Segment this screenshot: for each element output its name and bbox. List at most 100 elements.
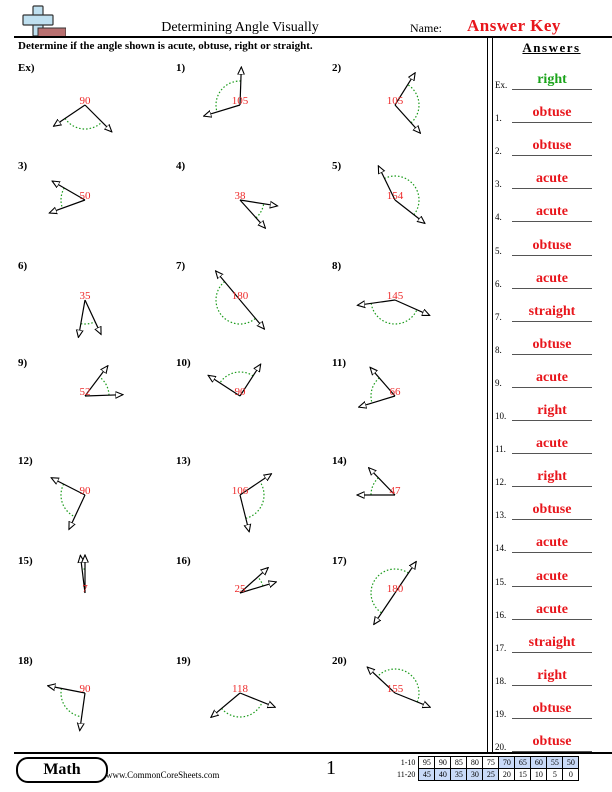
- answer-value: acute: [536, 171, 568, 187]
- score-cell: 70: [498, 756, 516, 769]
- answer-value: obtuse: [532, 734, 572, 749]
- problem-label: 14): [332, 455, 347, 467]
- angle-arc: [245, 481, 265, 519]
- angle-arc: [257, 576, 264, 587]
- answer-number: 15.: [495, 576, 507, 587]
- answer-line: [512, 89, 592, 90]
- angle-figure: 145: [357, 290, 430, 325]
- answer-number: 12.: [495, 477, 507, 488]
- angle-figure: 90: [51, 478, 91, 530]
- angle-measure: 90: [235, 386, 247, 398]
- angle-ray: [239, 199, 265, 228]
- answer-line: [512, 188, 592, 190]
- score-cell: 95: [418, 756, 436, 769]
- answer-row: 19. obtuse: [495, 701, 610, 721]
- angle-ray: [84, 299, 101, 334]
- score-cell: 45: [418, 768, 436, 781]
- angle-ray: [239, 692, 275, 707]
- score-cell: 35: [450, 768, 468, 781]
- angle-figure: 47: [357, 468, 401, 497]
- score-cell: 40: [434, 768, 452, 781]
- answer-line: [512, 486, 592, 488]
- angle-arc: [215, 281, 256, 325]
- answer-line: [512, 453, 592, 455]
- angle-ray: [239, 299, 264, 329]
- angle-arc: [370, 477, 379, 496]
- score-cell: 25: [482, 768, 500, 781]
- answer-row: 6. acute: [495, 271, 610, 291]
- angle-measure: 25: [235, 583, 247, 595]
- answer-row: 10. right: [495, 403, 610, 423]
- angle-ray: [80, 692, 86, 731]
- problem-label: 9): [18, 357, 28, 369]
- answer-number: 4.: [495, 212, 502, 223]
- answer-number: 5.: [495, 245, 502, 256]
- answer-number: 6.: [495, 278, 502, 289]
- answer-number: 8.: [495, 344, 502, 355]
- answer-number: 20.: [495, 742, 507, 752]
- answer-row: 5. obtuse: [495, 238, 610, 258]
- answer-row: 13. obtuse: [495, 502, 610, 522]
- answer-number: 9.: [495, 377, 502, 388]
- answer-number: 11.: [495, 444, 506, 455]
- angle-figure: 52: [80, 366, 123, 398]
- angle-figure: 90: [48, 683, 91, 731]
- angle-ray: [394, 104, 420, 133]
- answer-value: acute: [536, 204, 568, 220]
- angle-measure: 105: [387, 95, 404, 107]
- subject-badge: Math: [16, 757, 108, 783]
- problem-label: 2): [332, 62, 342, 74]
- angle-measure: 90: [80, 683, 92, 695]
- angle-problems: 90 105 105 50 38 154 35 180 145 52 90 66 90 106 47 7 25 1…: [0, 0, 490, 760]
- answer-number: 7.: [495, 311, 502, 322]
- answer-number: 10.: [495, 411, 507, 421]
- answer-value: right: [537, 667, 567, 683]
- angle-figure: 180: [370, 561, 416, 625]
- score-row-label: 1-10: [400, 758, 416, 767]
- angle-measure: 50: [80, 190, 92, 202]
- problem-label: 10): [176, 357, 191, 369]
- score-table: 1-10 95 90 85 80 75 70 65 60 55 50 11-20 45 40 35 30 25 2…: [394, 756, 580, 781]
- answer-value: obtuse: [532, 700, 572, 716]
- score-cell: 50: [562, 756, 580, 769]
- angle-figure: 7: [80, 555, 88, 595]
- answer-number: 1.: [495, 113, 502, 124]
- answer-row: Ex. right: [495, 72, 610, 92]
- angle-ray: [211, 692, 241, 717]
- site-url: www.CommonCoreSheets.com: [106, 770, 220, 780]
- answer-number: 2.: [495, 146, 502, 157]
- angle-figure: 154: [378, 166, 425, 224]
- answer-number: Ex.: [495, 80, 508, 90]
- angle-measure: 7: [82, 583, 88, 595]
- problem-label: 20): [332, 655, 347, 667]
- score-cell: 15: [514, 768, 532, 781]
- score-cell: 5: [546, 768, 564, 781]
- angle-ray: [394, 299, 430, 317]
- angle-measure: 105: [232, 95, 249, 107]
- angle-measure: 118: [232, 683, 249, 695]
- problem-label: 11): [332, 357, 347, 369]
- problem-label: 19): [176, 655, 191, 667]
- answer-value: right: [537, 469, 567, 485]
- problem-label: 6): [18, 260, 28, 272]
- angle-ray: [394, 692, 430, 707]
- score-cell: 65: [514, 756, 532, 769]
- angle-measure: 47: [390, 485, 402, 497]
- angle-figure: 50: [49, 181, 91, 213]
- angle-figure: 180: [216, 271, 265, 329]
- answer-value: acute: [536, 601, 568, 617]
- answer-line: [512, 420, 592, 421]
- angle-measure: 90: [80, 485, 92, 497]
- answer-number: 14.: [495, 543, 507, 554]
- angle-ray: [78, 299, 86, 337]
- angle-ray: [53, 104, 86, 126]
- angle-measure: 106: [232, 485, 249, 497]
- answer-row: 15. acute: [495, 569, 610, 589]
- answer-value: obtuse: [532, 138, 572, 154]
- answer-row: 3. acute: [495, 171, 610, 191]
- answer-row: 12. right: [495, 469, 610, 489]
- answer-line: [512, 221, 592, 223]
- angle-ray: [374, 592, 396, 625]
- answer-number: 19.: [495, 708, 507, 719]
- footer-rule: [14, 752, 612, 754]
